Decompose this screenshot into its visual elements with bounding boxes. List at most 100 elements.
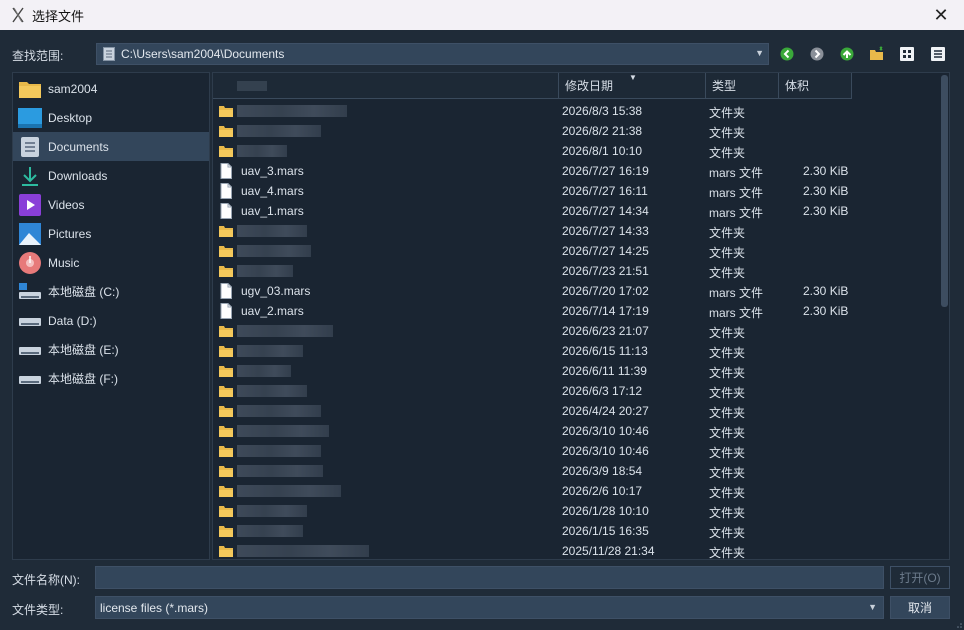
- file-type: 文件夹: [709, 426, 746, 440]
- redacted-name: [237, 345, 303, 357]
- scrollbar-thumb[interactable]: [941, 75, 948, 307]
- folder-icon: [219, 446, 233, 457]
- sidebar-item-drive-c[interactable]: 本地磁盘 (C:): [13, 277, 209, 306]
- file-type: 文件夹: [709, 126, 746, 140]
- folder-row[interactable]: 2026/3/10 10:46 文件夹: [213, 441, 938, 461]
- file-date: 2026/3/10 10:46: [562, 444, 649, 458]
- file-row[interactable]: uav_3.mars 2026/7/27 16:19 mars 文件 2.30 KiB: [213, 161, 938, 181]
- file-row[interactable]: uav_2.mars 2026/7/14 17:19 mars 文件 2.30 KiB: [213, 301, 938, 321]
- list-view-button[interactable]: [897, 44, 917, 64]
- look-in-combobox[interactable]: C:\Users\sam2004\Documents ▼: [96, 43, 769, 65]
- file-icon: [220, 183, 232, 199]
- redacted-name: [237, 365, 291, 377]
- open-button[interactable]: 打开(O): [890, 566, 950, 589]
- file-row[interactable]: uav_1.mars 2026/7/27 14:34 mars 文件 2.30 KiB: [213, 201, 938, 221]
- folder-row[interactable]: 2026/6/15 11:13 文件夹: [213, 341, 938, 361]
- folder-row[interactable]: 2026/6/3 17:12 文件夹: [213, 381, 938, 401]
- folder-icon: [219, 526, 233, 537]
- new-folder-button[interactable]: [867, 44, 887, 64]
- file-size: 2.30 KiB: [803, 204, 849, 218]
- sidebar-item-documents[interactable]: Documents: [13, 132, 209, 161]
- file-date: 2026/1/28 10:10: [562, 504, 649, 518]
- look-in-label: 查找范围:: [12, 49, 64, 63]
- parent-dir-button[interactable]: [837, 44, 857, 64]
- file-type: 文件夹: [709, 346, 746, 360]
- detail-list-icon: [931, 47, 945, 61]
- new-folder-icon: [870, 46, 883, 60]
- forward-button[interactable]: [807, 44, 827, 64]
- column-header-type[interactable]: 类型: [706, 73, 779, 99]
- redacted-name: [237, 545, 369, 557]
- folder-row[interactable]: 2026/7/23 21:51 文件夹: [213, 261, 938, 281]
- file-row[interactable]: uav_4.mars 2026/7/27 16:11 mars 文件 2.30 KiB: [213, 181, 938, 201]
- redacted-name: [237, 385, 307, 397]
- resize-grip-icon[interactable]: [954, 620, 962, 628]
- file-type: 文件夹: [709, 226, 746, 240]
- folder-row[interactable]: 2026/4/24 20:27 文件夹: [213, 401, 938, 421]
- filetype-select[interactable]: license files (*.mars) ▼: [95, 596, 884, 619]
- sidebar-item-downloads[interactable]: Downloads: [13, 161, 209, 190]
- file-type: mars 文件: [709, 186, 764, 200]
- redacted-name: [237, 265, 293, 277]
- back-button[interactable]: [777, 44, 797, 64]
- folder-row[interactable]: 2026/1/28 10:10 文件夹: [213, 501, 938, 521]
- folder-row[interactable]: 2026/2/6 10:17 文件夹: [213, 481, 938, 501]
- file-icon: [220, 283, 232, 299]
- folder-row[interactable]: 2026/8/1 10:10 文件夹: [213, 141, 938, 161]
- file-type: mars 文件: [709, 206, 764, 220]
- file-name: uav_3.mars: [241, 164, 304, 178]
- file-type: 文件夹: [709, 366, 746, 380]
- folder-row[interactable]: 2026/6/11 11:39 文件夹: [213, 361, 938, 381]
- column-header-size[interactable]: 体积: [779, 73, 852, 99]
- filename-input[interactable]: [95, 566, 884, 589]
- sidebar-item-home[interactable]: sam2004: [13, 74, 209, 103]
- folder-icon: [219, 106, 233, 117]
- folder-row[interactable]: 2026/3/9 18:54 文件夹: [213, 461, 938, 481]
- column-header-date[interactable]: 修改日期 ▼: [559, 73, 706, 99]
- sidebar-item-desktop[interactable]: Desktop: [13, 103, 209, 132]
- redacted-name: [237, 505, 307, 517]
- folder-row[interactable]: 2026/1/15 16:35 文件夹: [213, 521, 938, 541]
- sidebar-item-videos[interactable]: Videos: [13, 190, 209, 219]
- file-date: 2026/6/11 11:39: [562, 364, 647, 378]
- vertical-scrollbar[interactable]: [940, 75, 948, 559]
- filetype-value: license files (*.mars): [100, 600, 209, 615]
- folder-icon: [219, 246, 233, 257]
- folder-row[interactable]: 2026/7/27 14:25 文件夹: [213, 241, 938, 261]
- forward-arrow-icon: [810, 47, 824, 61]
- redacted-name: [237, 485, 341, 497]
- file-type: 文件夹: [709, 406, 746, 420]
- file-date: 2026/7/20 17:02: [562, 284, 649, 298]
- file-row[interactable]: ugv_03.mars 2026/7/20 17:02 mars 文件 2.30 Ki…: [213, 281, 938, 301]
- file-name: ugv_03.mars: [241, 284, 311, 298]
- folder-row[interactable]: 2026/8/3 15:38 文件夹: [213, 101, 938, 121]
- sidebar-item-pictures[interactable]: Pictures: [13, 219, 209, 248]
- folder-icon: [219, 426, 233, 437]
- current-path: C:\Users\sam2004\Documents: [121, 47, 285, 61]
- sidebar-item-drive-d[interactable]: Data (D:): [13, 306, 209, 335]
- folder-icon: [219, 386, 233, 397]
- file-date: 2026/8/1 10:10: [562, 144, 643, 158]
- sidebar-item-drive-e[interactable]: 本地磁盘 (E:): [13, 335, 209, 364]
- folder-row[interactable]: 2025/11/28 21:34 文件夹: [213, 541, 938, 559]
- close-button[interactable]: ✕: [918, 0, 964, 30]
- chevron-down-icon: ▼: [868, 602, 877, 612]
- redacted-header-text: [237, 81, 267, 91]
- desktop-icon: [18, 107, 42, 129]
- detail-view-button[interactable]: [928, 44, 948, 64]
- folder-icon: [219, 506, 233, 517]
- file-type: 文件夹: [709, 506, 746, 520]
- sidebar-item-music[interactable]: Music: [13, 248, 209, 277]
- folder-row[interactable]: 2026/3/10 10:46 文件夹: [213, 421, 938, 441]
- videos-icon: [18, 193, 42, 216]
- file-date: 2026/1/15 16:35: [562, 524, 649, 538]
- folder-icon: [219, 486, 233, 497]
- sidebar-item-drive-f[interactable]: 本地磁盘 (F:): [13, 364, 209, 393]
- column-header-name[interactable]: [213, 73, 559, 99]
- file-type: 文件夹: [709, 326, 746, 340]
- cancel-button[interactable]: 取消: [890, 596, 950, 619]
- file-date: 2026/7/27 16:19: [562, 164, 649, 178]
- folder-row[interactable]: 2026/6/23 21:07 文件夹: [213, 321, 938, 341]
- folder-row[interactable]: 2026/8/2 21:38 文件夹: [213, 121, 938, 141]
- folder-row[interactable]: 2026/7/27 14:33 文件夹: [213, 221, 938, 241]
